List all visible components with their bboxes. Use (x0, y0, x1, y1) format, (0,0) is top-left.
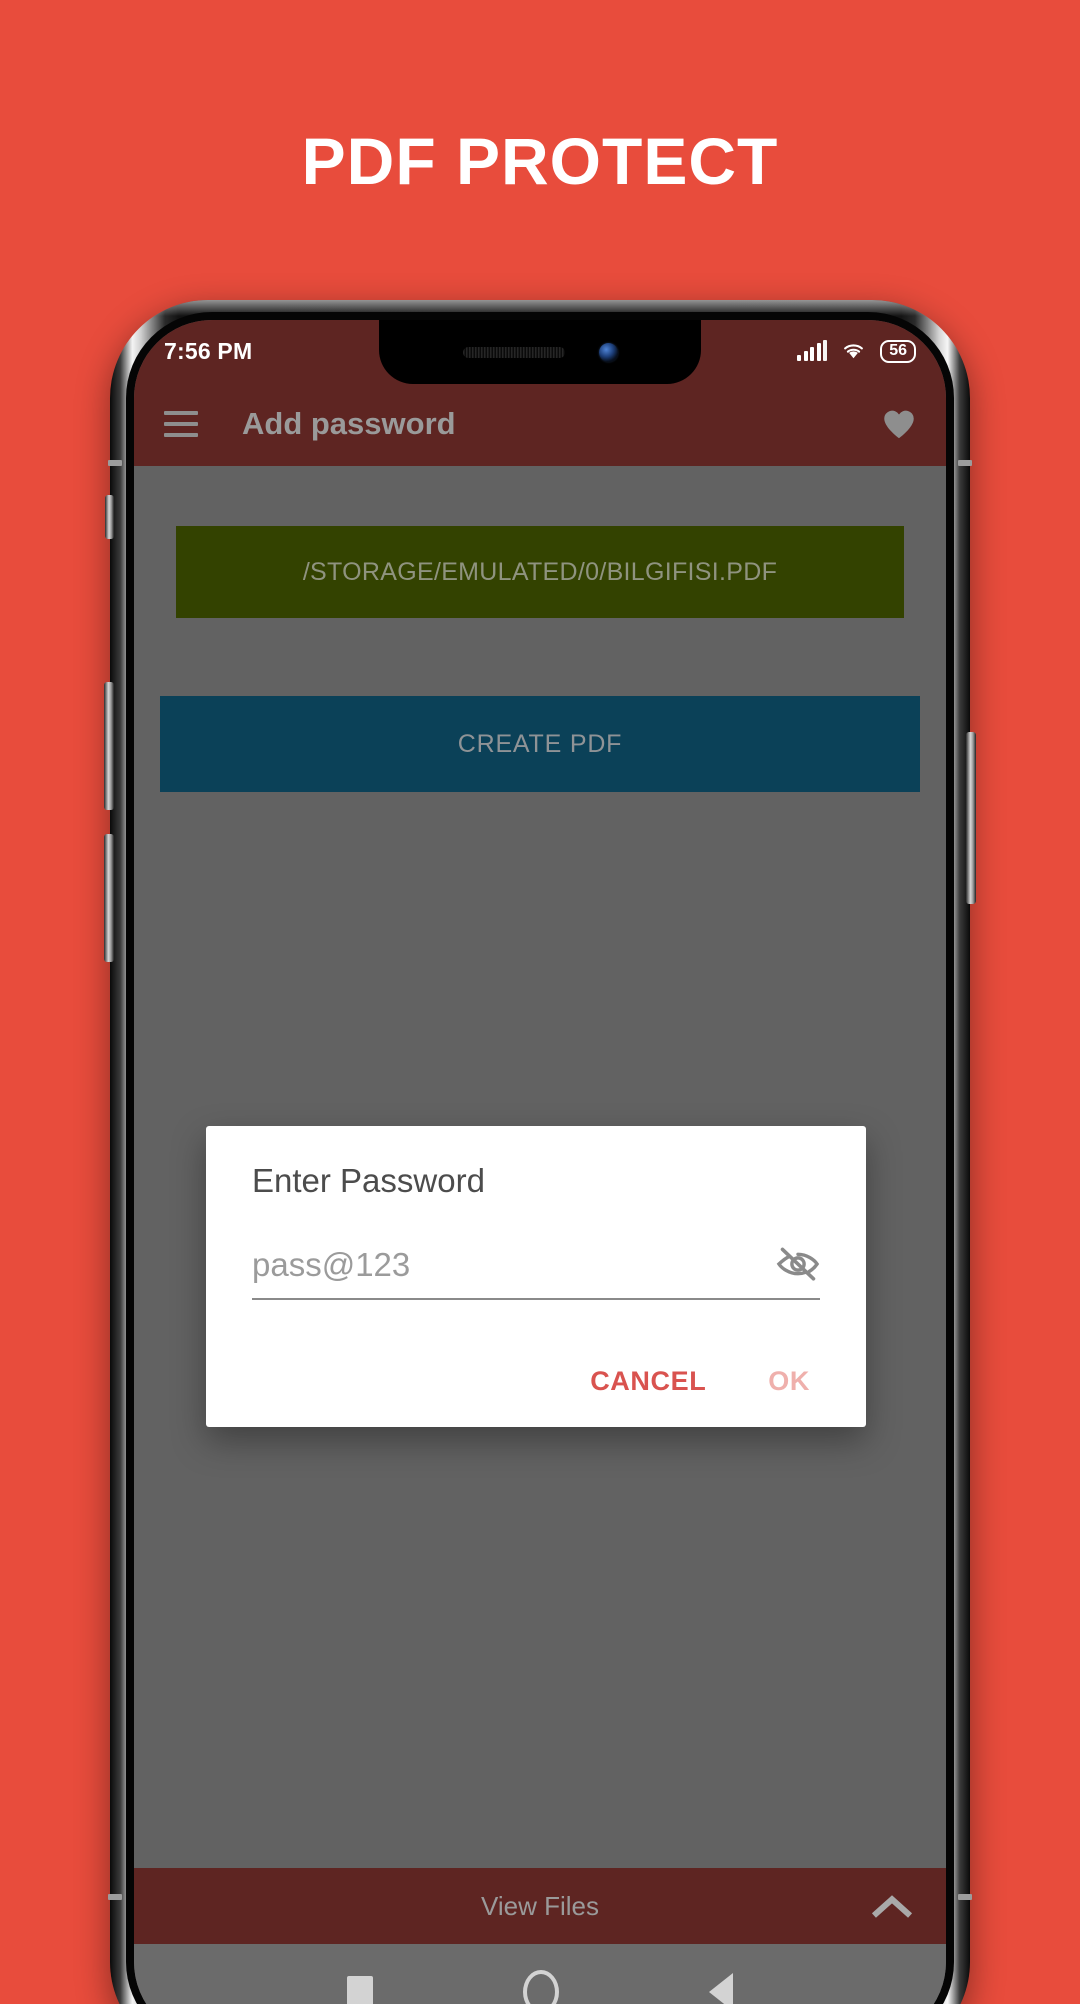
front-camera-icon (598, 342, 618, 362)
app-screen: 7:56 PM 56 Add password /STORAGE/EMULATE… (134, 320, 946, 2004)
frame-seam (958, 1894, 972, 1900)
power-button[interactable] (966, 732, 976, 904)
status-indicators: 56 (797, 339, 916, 363)
app-bar-title: Add password (242, 406, 456, 441)
chevron-up-icon[interactable] (872, 1894, 912, 1918)
create-pdf-button[interactable]: CREATE PDF (160, 696, 920, 792)
volume-down-button[interactable] (104, 834, 114, 962)
android-nav-bar (134, 1944, 946, 2004)
enter-password-dialog: Enter Password CANCEL OK (206, 1126, 866, 1427)
mute-switch-button[interactable] (105, 495, 114, 539)
square-recents-icon[interactable] (347, 1976, 373, 2004)
password-field-row (252, 1246, 820, 1300)
volume-up-button[interactable] (104, 682, 114, 810)
page-title: PDF PROTECT (301, 124, 779, 198)
ok-button[interactable]: OK (766, 1362, 812, 1401)
heart-icon[interactable] (882, 408, 916, 440)
phone-screen: 7:56 PM 56 Add password /STORAGE/EMULATE… (134, 320, 946, 2004)
wifi-icon (844, 344, 864, 359)
phone-mockup: 7:56 PM 56 Add password /STORAGE/EMULATE… (104, 300, 976, 2004)
battery-indicator: 56 (880, 339, 916, 363)
status-time: 7:56 PM (164, 337, 253, 364)
main-content: /STORAGE/EMULATED/0/BILGIFISI.PDF CREATE… (134, 466, 946, 1868)
signal-bars-icon (797, 340, 828, 361)
circle-home-icon[interactable] (523, 1970, 559, 2004)
view-files-label: View Files (480, 1890, 599, 1921)
dialog-title: Enter Password (252, 1162, 485, 1199)
password-input[interactable] (252, 1246, 776, 1284)
dialog-actions: CANCEL OK (252, 1362, 820, 1401)
view-files-bar[interactable]: View Files (134, 1868, 946, 1944)
hamburger-menu-icon[interactable] (164, 411, 198, 437)
triangle-back-icon[interactable] (709, 1973, 733, 2004)
frame-seam (958, 460, 972, 466)
eye-off-icon[interactable] (776, 1246, 820, 1282)
frame-seam (108, 1894, 122, 1900)
cancel-button[interactable]: CANCEL (588, 1362, 708, 1401)
selected-file-path[interactable]: /STORAGE/EMULATED/0/BILGIFISI.PDF (176, 526, 904, 618)
frame-seam (108, 460, 122, 466)
app-bar: Add password (134, 382, 946, 466)
earpiece-speaker (462, 346, 565, 358)
phone-notch (379, 320, 701, 384)
